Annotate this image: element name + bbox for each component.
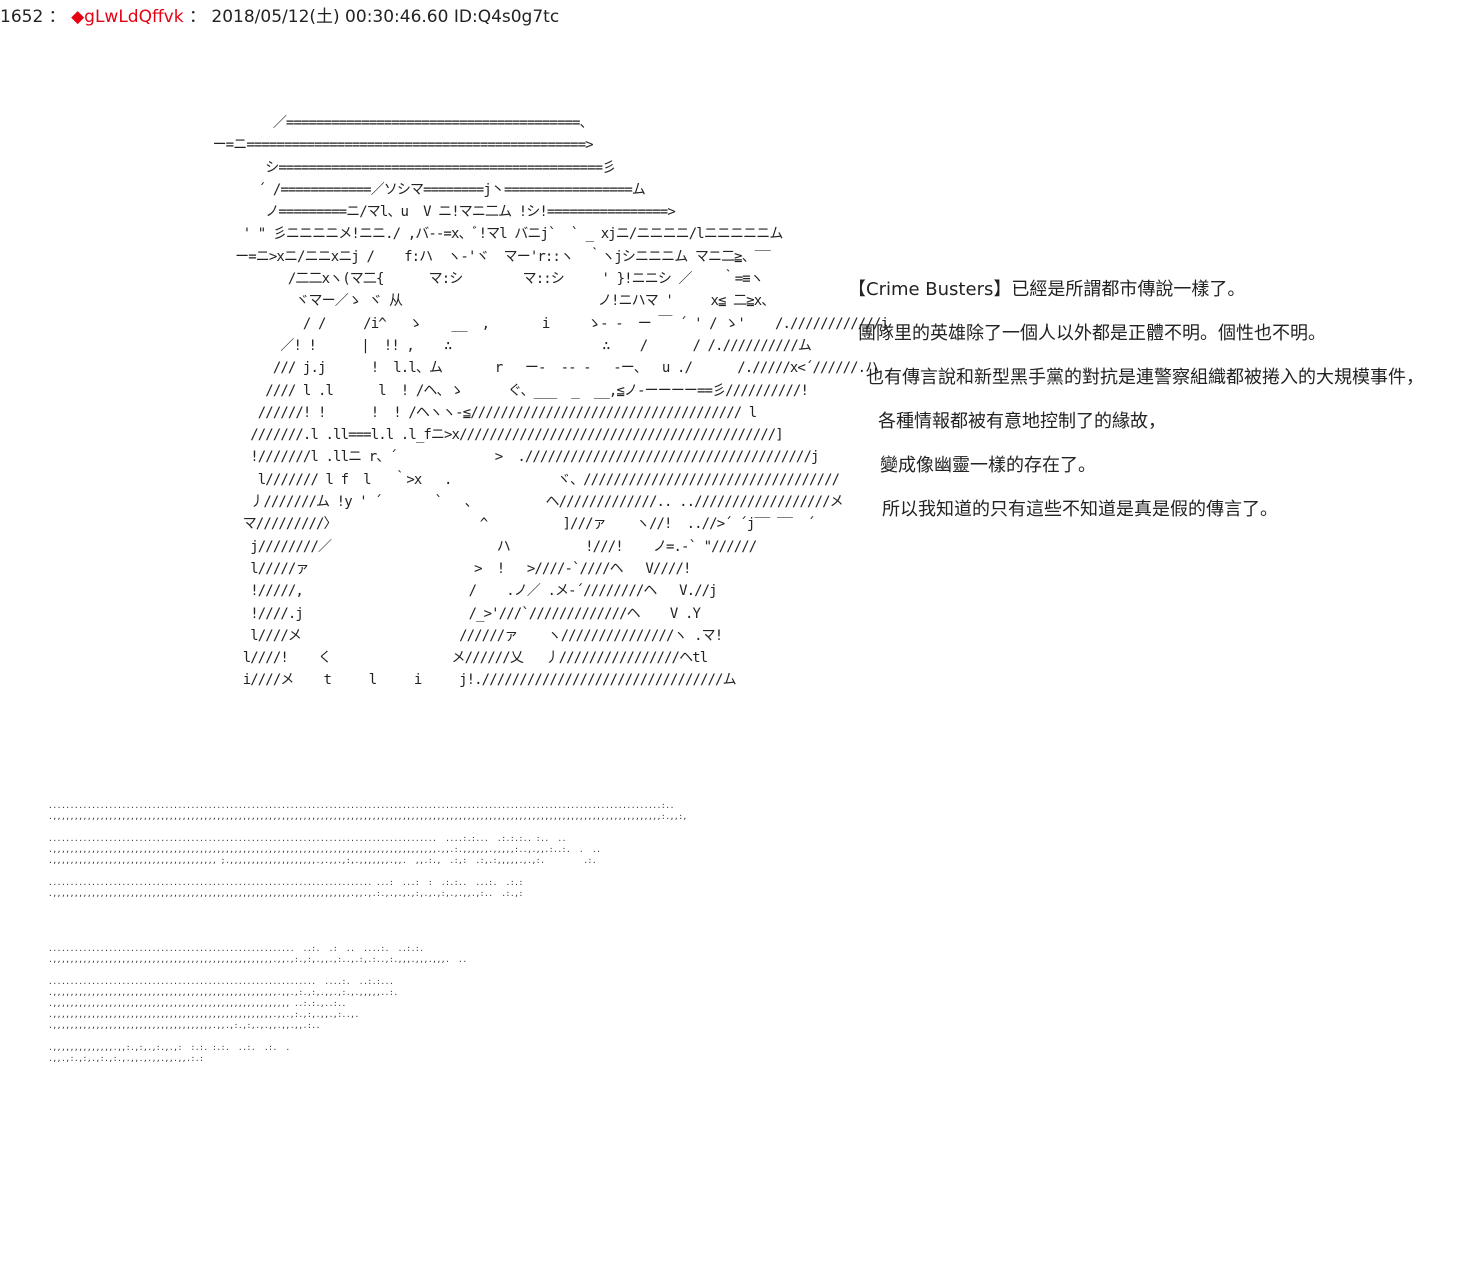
ascii-art-figure: ／=======================================… [212,115,889,689]
narration-line: 【Crime Busters】已經是所謂都市傳說一樣了。 [848,279,1246,300]
dotted-text-art: ........................................… [48,801,687,1063]
narration-line: 各種情報都被有意地控制了的緣故， [878,411,1166,432]
post-datetime: 2018/05/12(土) 00:30:46.60 [211,7,449,27]
narration-line: 也有傳言說和新型黑手黨的對抗是連警察組織都被捲入的大規模事件， [866,367,1424,388]
post-id[interactable]: ID:Q4s0g7tc [454,7,559,27]
narration-block: 【Crime Busters】已經是所謂都市傳說一樣了。 團隊里的英雄除了一個人… [848,268,1424,532]
narration-line: 變成像幽靈一樣的存在了。 [880,455,1096,476]
post-number: 1652 [0,7,44,27]
separator: ： [189,7,206,27]
separator: ： [48,7,66,27]
narration-line: 所以我知道的只有這些不知道是真是假的傳言了。 [882,499,1278,520]
trip-mark: ◆ [71,7,85,27]
narration-line: 團隊里的英雄除了一個人以外都是正體不明。個性也不明。 [858,323,1326,344]
author-trip[interactable]: gLwLdQffvk [84,7,183,27]
post-header: 1652 ： ◆gLwLdQffvk ： 2018/05/12(土) 00:30… [0,6,559,28]
